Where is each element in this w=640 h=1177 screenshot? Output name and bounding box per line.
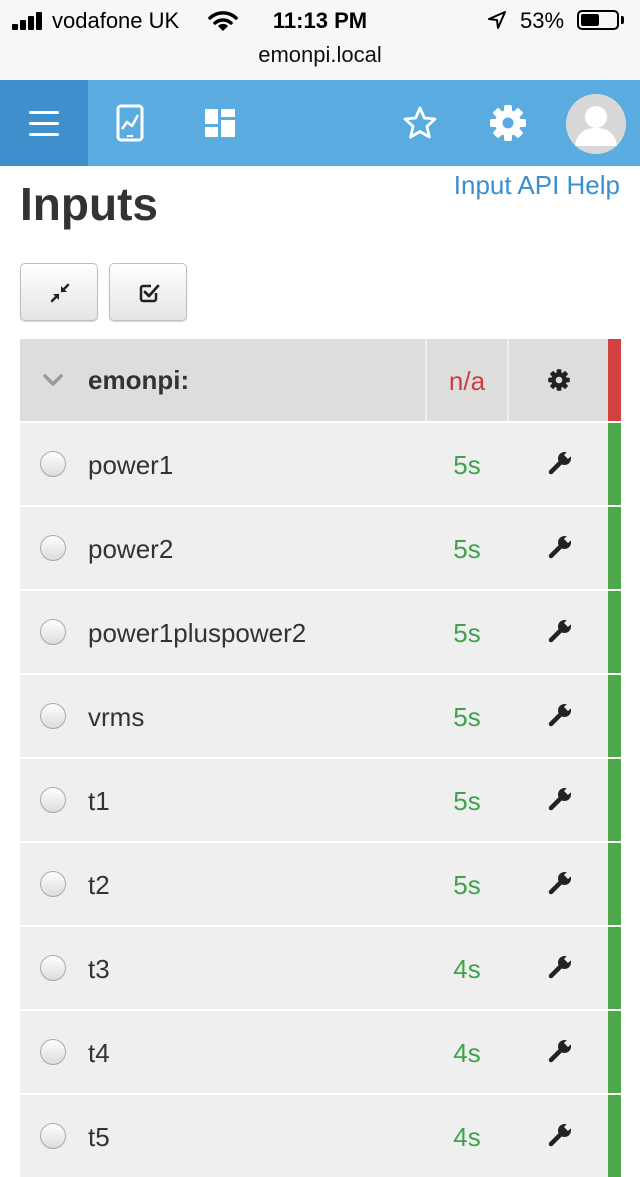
input-last-update: 5s <box>453 534 481 564</box>
wrench-icon[interactable] <box>546 1037 574 1065</box>
input-row-t3[interactable]: t3 4s <box>20 925 621 1009</box>
dashboard-icon[interactable] <box>200 103 240 143</box>
input-name: t1 <box>88 786 110 816</box>
input-select-checkbox[interactable] <box>40 703 66 729</box>
menu-icon <box>29 111 59 114</box>
input-name: power1pluspower2 <box>88 618 307 648</box>
wrench-icon[interactable] <box>546 449 574 477</box>
input-status-indicator <box>608 591 621 673</box>
device-config-gear-icon[interactable] <box>547 368 571 392</box>
wrench-icon[interactable] <box>546 953 574 981</box>
input-name: power1 <box>88 450 174 480</box>
input-select-checkbox[interactable] <box>40 1123 66 1149</box>
input-select-checkbox[interactable] <box>40 619 66 645</box>
input-row-t4[interactable]: t4 4s <box>20 1009 621 1093</box>
input-status-indicator <box>608 843 621 925</box>
page-title: Inputs <box>20 178 158 230</box>
input-select-checkbox[interactable] <box>40 955 66 981</box>
input-status-indicator <box>608 759 621 841</box>
input-rows: power1 5s power2 5s power1pluspower2 5s vrms 5s… <box>20 421 621 1177</box>
battery-percent: 53% <box>520 8 565 33</box>
input-last-update: 5s <box>453 702 481 732</box>
location-arrow-icon <box>488 11 506 29</box>
input-status-indicator <box>608 1011 621 1093</box>
input-name: power2 <box>88 534 174 564</box>
wrench-icon[interactable] <box>546 1121 574 1149</box>
input-select-checkbox[interactable] <box>40 871 66 897</box>
input-status-indicator <box>608 1095 621 1177</box>
input-select-checkbox[interactable] <box>40 787 66 813</box>
column-divider <box>507 339 509 421</box>
input-last-update: 5s <box>453 870 481 900</box>
device-last-update: n/a <box>448 366 486 396</box>
input-row-power1[interactable]: power1 5s <box>20 421 621 505</box>
input-status-indicator <box>608 675 621 757</box>
collapse-all-button[interactable] <box>20 263 98 321</box>
chevron-down-icon[interactable] <box>42 370 64 390</box>
input-api-help-link[interactable]: Input API Help <box>454 170 620 201</box>
input-status-indicator <box>608 507 621 589</box>
gear-icon[interactable] <box>488 103 528 143</box>
input-name: t4 <box>88 1038 110 1068</box>
phone-graph-icon[interactable] <box>110 103 150 143</box>
input-last-update: 5s <box>453 450 481 480</box>
collapse-arrows-icon <box>50 283 70 303</box>
input-last-update: 4s <box>453 1038 481 1068</box>
wrench-icon[interactable] <box>546 869 574 897</box>
address-bar-url[interactable]: emonpi.local <box>0 42 640 68</box>
wrench-icon[interactable] <box>546 617 574 645</box>
device-status-indicator <box>608 339 621 421</box>
input-status-indicator <box>608 423 621 505</box>
input-name: t5 <box>88 1122 110 1152</box>
battery-level <box>581 14 599 26</box>
user-avatar[interactable] <box>566 94 626 154</box>
select-all-button[interactable] <box>109 263 187 321</box>
wrench-icon[interactable] <box>546 785 574 813</box>
input-row-power1pluspower2[interactable]: power1pluspower2 5s <box>20 589 621 673</box>
user-avatar-icon <box>575 106 617 146</box>
input-list: emonpi: n/a power1 5s power2 5s power1pluspo… <box>20 339 621 1177</box>
input-select-checkbox[interactable] <box>40 451 66 477</box>
wrench-icon[interactable] <box>546 701 574 729</box>
wrench-icon[interactable] <box>546 533 574 561</box>
input-status-indicator <box>608 927 621 1009</box>
input-name: t3 <box>88 954 110 984</box>
input-last-update: 5s <box>453 786 481 816</box>
input-select-checkbox[interactable] <box>40 535 66 561</box>
input-row-power2[interactable]: power2 5s <box>20 505 621 589</box>
star-icon[interactable] <box>400 103 440 143</box>
input-name: vrms <box>88 702 145 732</box>
menu-icon-bar <box>29 122 59 125</box>
input-last-update: 5s <box>453 618 481 648</box>
input-row-t5[interactable]: t5 4s <box>20 1093 621 1177</box>
input-row-t2[interactable]: t2 5s <box>20 841 621 925</box>
battery-tip <box>621 16 624 24</box>
input-row-t1[interactable]: t1 5s <box>20 757 621 841</box>
input-last-update: 4s <box>453 1122 481 1152</box>
menu-button[interactable] <box>0 80 88 166</box>
input-select-checkbox[interactable] <box>40 1039 66 1065</box>
battery-icon <box>577 10 619 30</box>
input-name: t2 <box>88 870 110 900</box>
status-bar: vodafone UK 11:13 PM 53% emonpi.local <box>0 0 640 81</box>
input-last-update: 4s <box>453 954 481 984</box>
checkbox-icon <box>139 284 160 303</box>
top-navbar <box>0 80 640 166</box>
input-row-vrms[interactable]: vrms 5s <box>20 673 621 757</box>
device-group-header[interactable]: emonpi: n/a <box>20 339 621 421</box>
menu-icon-bar <box>29 133 59 136</box>
device-name: emonpi: <box>88 365 190 395</box>
